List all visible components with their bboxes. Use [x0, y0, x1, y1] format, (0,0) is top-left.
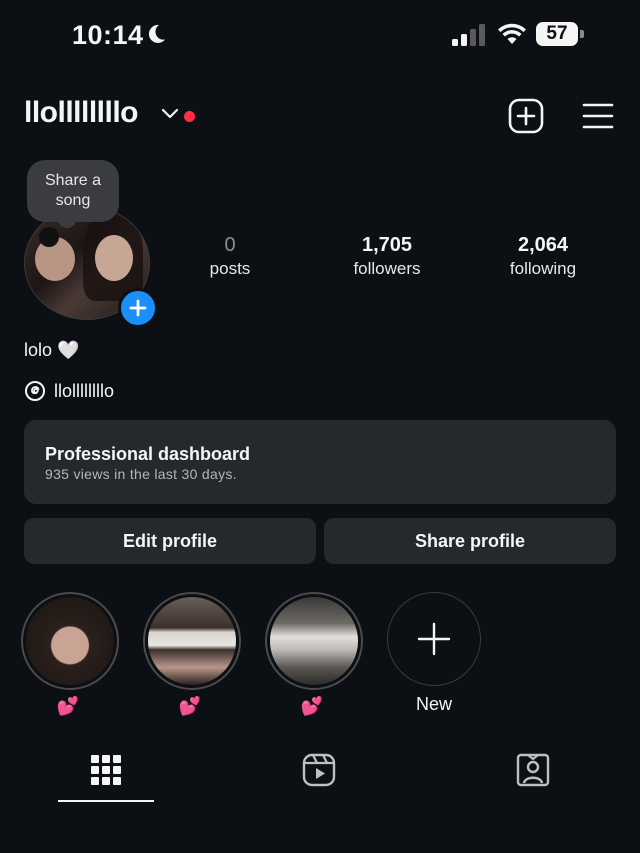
reels-icon[interactable]	[301, 752, 337, 788]
highlight-caption: 💕	[178, 696, 202, 716]
professional-dashboard[interactable]: Professional dashboard 935 views in the …	[24, 420, 616, 504]
stat-value: 2,064	[517, 234, 569, 256]
highlight-caption: 💕	[300, 696, 324, 716]
notification-dot	[184, 111, 195, 122]
highlight-item[interactable]: 💕	[21, 592, 119, 718]
moon-icon	[148, 24, 165, 43]
username-switcher[interactable]: llollllllllo	[24, 96, 139, 130]
dashboard-subtitle: 935 views in the last 30 days.	[45, 466, 237, 482]
threads-link[interactable]: llollllllllo	[24, 380, 114, 402]
status-time: 10:14	[72, 20, 144, 50]
share-profile-button[interactable]: Share profile	[324, 518, 616, 564]
active-tab-indicator	[58, 800, 154, 802]
tagged-icon[interactable]	[515, 752, 551, 788]
stat-value: 1,705	[361, 234, 413, 256]
stat-value: 0	[224, 234, 236, 256]
stat-label: followers	[353, 259, 421, 278]
highlight-item[interactable]: 💕	[143, 592, 241, 718]
highlight-item[interactable]: 💕	[265, 592, 363, 718]
battery-icon: 57	[536, 22, 584, 46]
battery-level: 57	[536, 22, 578, 46]
plus-icon	[417, 622, 451, 656]
stat-posts[interactable]: 0 posts	[160, 234, 300, 279]
stat-followers[interactable]: 1,705 followers	[317, 234, 457, 279]
chevron-down-icon[interactable]	[160, 106, 180, 122]
add-story-button[interactable]	[118, 288, 158, 328]
menu-icon[interactable]	[582, 102, 614, 130]
edit-profile-button[interactable]: Edit profile	[24, 518, 316, 564]
highlight-caption: 💕	[56, 696, 80, 716]
signal-icon	[452, 24, 485, 46]
grid-icon[interactable]	[88, 752, 124, 788]
stat-label: following	[509, 259, 577, 278]
plus-icon	[129, 299, 147, 317]
threads-handle: llollllllllo	[54, 380, 115, 401]
wifi-icon	[498, 23, 526, 44]
new-post-icon[interactable]	[508, 98, 544, 134]
stat-label: posts	[209, 259, 251, 278]
stat-following[interactable]: 2,064 following	[473, 234, 613, 279]
dashboard-title: Professional dashboard	[45, 444, 251, 464]
note-bubble[interactable]: Share a song	[27, 160, 119, 222]
threads-icon	[25, 381, 45, 401]
highlight-caption: New	[415, 694, 452, 714]
new-highlight-button[interactable]: New	[387, 592, 481, 716]
profile-bio: lolo 🤍	[24, 340, 80, 360]
